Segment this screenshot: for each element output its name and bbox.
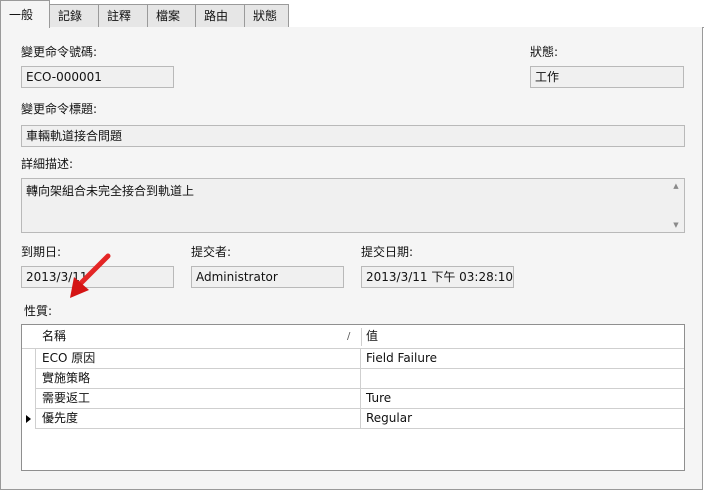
due-date-label: 到期日: — [21, 245, 62, 259]
eco-number-label: 變更命令號碼: — [21, 45, 98, 59]
submitter-label: 提交者: — [191, 245, 232, 259]
row-selector[interactable] — [22, 389, 36, 409]
scroll-down-icon[interactable]: ▼ — [669, 221, 683, 229]
eco-title-label: 變更命令標題: — [21, 102, 98, 116]
table-row[interactable]: 實施策略 — [22, 369, 684, 389]
properties-grid: 名稱 / 值 ECO 原因 Field Failure 實施策略 需要返工 Tu… — [21, 324, 685, 471]
status-field[interactable]: 工作 — [530, 66, 684, 88]
sort-indicator-icon: / — [347, 331, 351, 342]
tab-status[interactable]: 狀態 — [244, 4, 289, 27]
tab-label: 一般 — [9, 8, 34, 22]
scroll-up-icon[interactable]: ▲ — [669, 182, 683, 190]
status-label: 狀態: — [530, 45, 559, 59]
column-header-name[interactable]: 名稱 — [37, 325, 361, 348]
table-row[interactable]: 優先度 Regular — [22, 409, 684, 429]
description-textarea[interactable]: 轉向架組合未完全接合到軌道上 ▲ ▼ — [21, 178, 685, 233]
row-selector[interactable] — [22, 409, 36, 429]
column-header-value[interactable]: 值 — [362, 325, 684, 348]
submitter-field[interactable]: Administrator — [191, 266, 344, 288]
property-name-cell[interactable]: ECO 原因 — [37, 349, 361, 369]
tab-label: 記錄 — [58, 9, 83, 23]
tab-label: 註釋 — [107, 9, 132, 23]
properties-label: 性質: — [24, 304, 53, 318]
current-row-icon — [26, 415, 31, 423]
eco-number-field[interactable]: ECO-000001 — [21, 66, 174, 88]
description-label: 詳細描述: — [21, 157, 74, 171]
table-row[interactable]: ECO 原因 Field Failure — [22, 349, 684, 369]
table-row[interactable]: 需要返工 Ture — [22, 389, 684, 409]
property-value-cell[interactable]: Ture — [362, 389, 684, 409]
eco-title-field[interactable]: 車輛軌道接合問題 — [21, 125, 685, 147]
tab-label: 檔案 — [156, 9, 181, 23]
tab-routing[interactable]: 路由 — [195, 4, 245, 27]
row-selector[interactable] — [22, 349, 36, 369]
tab-history[interactable]: 記錄 — [49, 4, 99, 27]
annotation-arrow-icon — [70, 253, 111, 298]
row-selector[interactable] — [22, 369, 36, 389]
tab-files[interactable]: 檔案 — [147, 4, 196, 27]
tab-notes[interactable]: 註釋 — [98, 4, 148, 27]
description-text: 轉向架組合未完全接合到軌道上 — [26, 184, 195, 198]
property-value-cell[interactable]: Regular — [362, 409, 684, 429]
submit-date-label: 提交日期: — [361, 245, 414, 259]
description-scrollbar[interactable]: ▲ ▼ — [669, 180, 683, 231]
tab-label: 狀態 — [253, 9, 278, 23]
property-value-cell[interactable]: Field Failure — [362, 349, 684, 369]
property-name-cell[interactable]: 實施策略 — [37, 369, 361, 389]
grid-header: 名稱 / 值 — [22, 325, 684, 349]
property-name-cell[interactable]: 優先度 — [37, 409, 361, 429]
submit-date-field[interactable]: 2013/3/11 下午 03:28:10 — [361, 266, 514, 288]
tab-label: 路由 — [204, 9, 229, 23]
tab-bar: 一般 記錄 註釋 檔案 路由 狀態 — [0, 0, 704, 28]
property-value-cell[interactable] — [362, 369, 684, 389]
tab-general[interactable]: 一般 — [0, 0, 50, 28]
property-name-cell[interactable]: 需要返工 — [37, 389, 361, 409]
